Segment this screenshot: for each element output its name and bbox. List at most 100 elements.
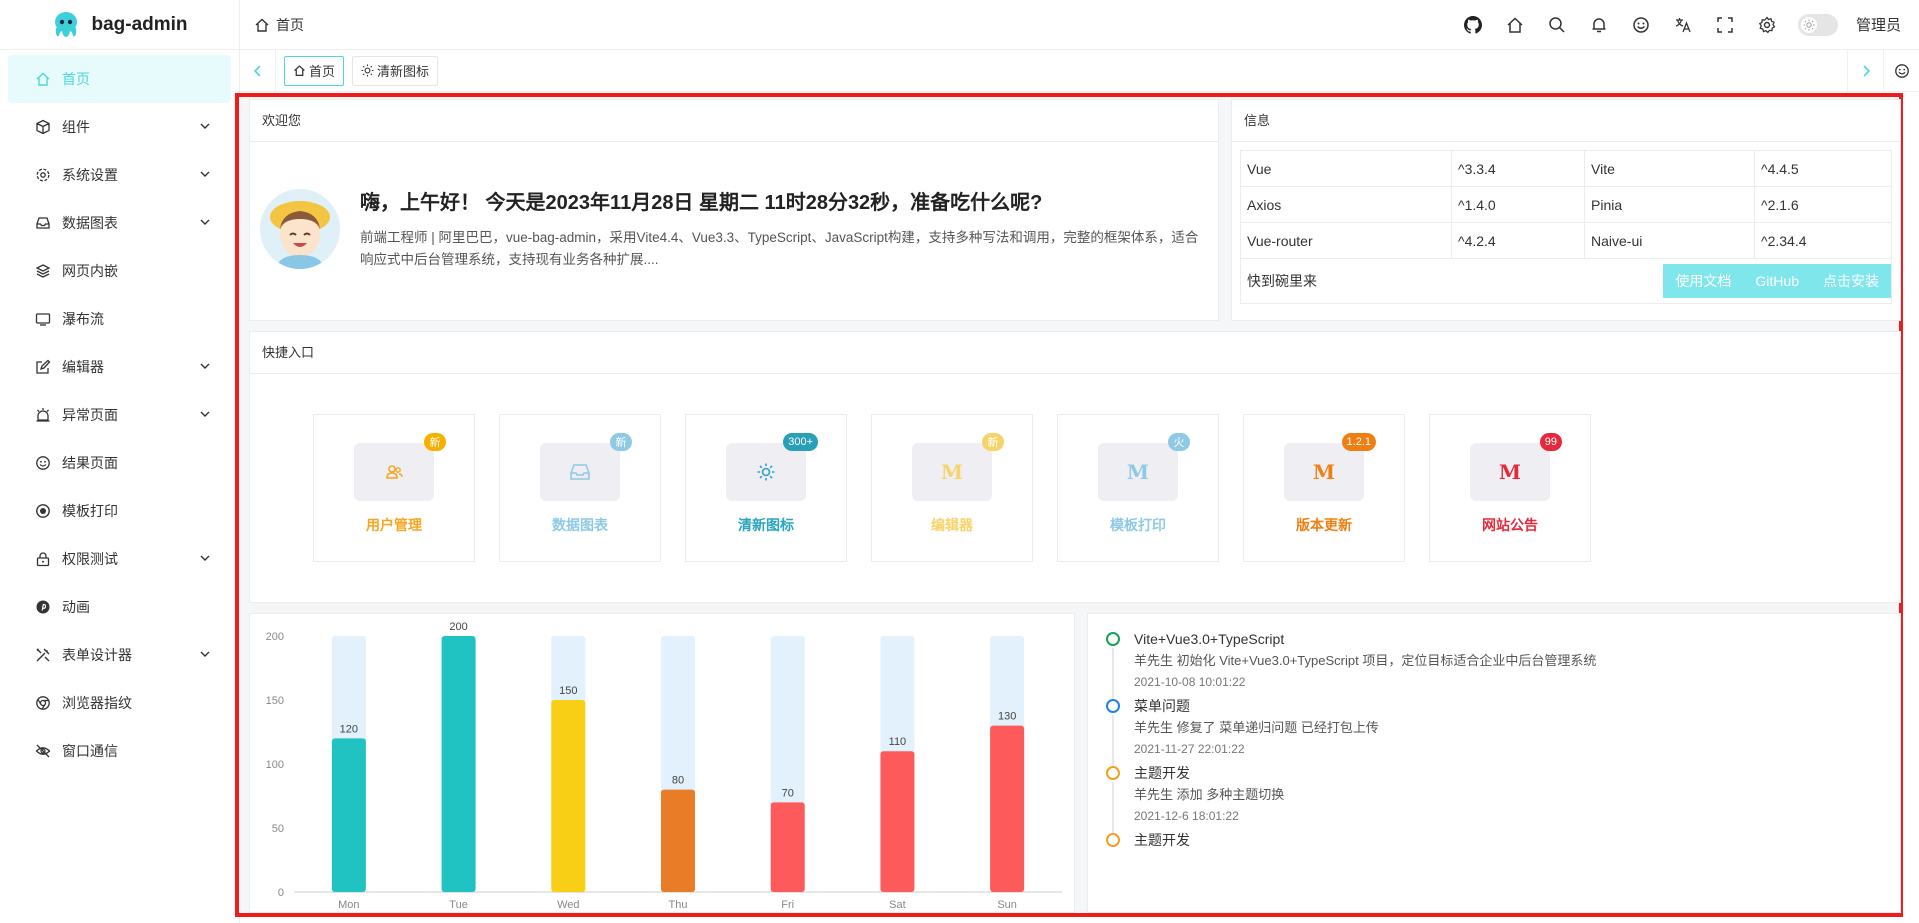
github-link[interactable]: GitHub <box>1743 264 1811 298</box>
quick-entry-card: 快捷入口 新用户管理新数据图表 300+ 清新图标 M 新编辑器 M 火模板打印 M 1.2.1… <box>249 331 1901 603</box>
sidebar-item-label: 异常页面 <box>62 407 118 423</box>
quick-entry-item[interactable]: M 新编辑器 <box>871 414 1033 562</box>
links-row: 快到碗里来 使用文档 GitHub 点击安装 <box>1241 259 1891 303</box>
sidebar-item[interactable]: 浏览器指纹 <box>8 679 231 727</box>
timeline-time: 2021-12-6 18:01:22 <box>1134 809 1239 823</box>
bar-value-label: 110 <box>889 736 907 748</box>
table-cell: Vue <box>1241 151 1452 186</box>
quick-entry-badge: 火 <box>1168 433 1190 451</box>
inbox-icon <box>540 443 620 501</box>
install-link[interactable]: 点击安装 <box>1811 264 1891 298</box>
tabs-right-actions <box>1847 49 1919 92</box>
alarm-icon <box>34 406 52 424</box>
sidebar-item[interactable]: 编辑器 <box>8 343 231 391</box>
table-cell: Axios <box>1241 187 1452 222</box>
bar <box>990 725 1025 892</box>
home-icon <box>255 18 269 32</box>
tab-fresh-icons[interactable]: 清新图标 <box>352 55 439 86</box>
timeline-time: 2021-10-08 10:01:22 <box>1134 675 1246 689</box>
quick-entry-item[interactable]: 300+ 清新图标 <box>685 414 847 562</box>
table-row: Vue-router ^4.2.4 Naive-ui ^2.34.4 <box>1241 223 1891 259</box>
gear-icon <box>34 166 52 184</box>
sidebar-item-label: 首页 <box>62 71 90 87</box>
sidebar-item[interactable]: 异常页面 <box>8 391 231 439</box>
quick-entry-item[interactable]: M 99 网站公告 <box>1429 414 1591 562</box>
smile-icon <box>1894 63 1909 78</box>
sidebar-item[interactable]: 组件 <box>8 103 231 151</box>
welcome-card-title: 欢迎您 <box>250 100 1218 142</box>
top-header: 首页 管理员 <box>240 0 1919 50</box>
lock-icon <box>34 550 52 568</box>
info-card-title: 信息 <box>1232 100 1900 142</box>
sidebar-item[interactable]: 系统设置 <box>8 151 231 199</box>
sidebar-item[interactable]: 模板打印 <box>8 487 231 535</box>
sidebar-item-label: 表单设计器 <box>62 647 132 663</box>
sidebar-item[interactable]: 首页 <box>8 55 231 103</box>
timeline-item: 主题开发 羊先生 添加 多种主题切换 2021-12-6 18:01:22 <box>1088 762 1900 836</box>
dependency-table: Vue ^3.3.4 Vite ^4.4.5 Axios ^1.4.0 Pini… <box>1240 150 1892 304</box>
x-tick-label: Tue <box>449 899 468 911</box>
header-actions: 管理员 <box>1452 0 1919 50</box>
home-icon[interactable] <box>1494 0 1536 50</box>
quick-entry-item[interactable]: M 火模板打印 <box>1057 414 1219 562</box>
bell-icon[interactable] <box>1578 0 1620 50</box>
bar <box>441 636 476 892</box>
tools-icon <box>34 646 52 664</box>
table-row: Axios ^1.4.0 Pinia ^2.1.6 <box>1241 187 1891 223</box>
sidebar-item-label: 结果页面 <box>62 455 118 471</box>
sidebar-item[interactable]: 表单设计器 <box>8 631 231 679</box>
sidebar-item[interactable]: 窗口通信 <box>8 727 231 775</box>
app-logo[interactable]: bag-admin <box>0 0 239 50</box>
tab-home[interactable]: 首页 <box>284 55 345 86</box>
sidebar: bag-admin 首页组件系统设置 数据图表 网页内嵌 瀑布流 编辑器异常页面结果页面… <box>0 0 240 923</box>
timeline-item: 菜单问题 羊先生 修复了 菜单递归问题 已经打包上传 2021-11-27 22:0… <box>1088 695 1900 769</box>
quick-entry-label: 数据图表 <box>552 517 608 533</box>
sidebar-item[interactable]: 瀑布流 <box>8 295 231 343</box>
user-menu[interactable]: 管理员 <box>1856 14 1901 35</box>
fullscreen-icon[interactable] <box>1704 0 1746 50</box>
sidebar-item[interactable]: 数据图表 <box>8 199 231 247</box>
table-row: Vue ^3.3.4 Vite ^4.4.5 <box>1241 151 1891 187</box>
quick-entry-item[interactable]: 新用户管理 <box>313 414 475 562</box>
chevron-right-icon <box>1862 64 1870 77</box>
breadcrumb[interactable]: 首页 <box>254 15 304 35</box>
tabs-scroll-left[interactable] <box>240 49 276 92</box>
bar <box>880 751 915 892</box>
timeline-connector <box>1112 648 1114 702</box>
sun-icon <box>361 64 374 77</box>
quick-entry-item[interactable]: M 1.2.1 版本更新 <box>1243 414 1405 562</box>
translate-icon[interactable] <box>1662 0 1704 50</box>
gear-icon[interactable] <box>1746 0 1788 50</box>
timeline: Vite+Vue3.0+TypeScript 羊先生 初始化 Vite+Vue3.… <box>1088 628 1900 894</box>
quick-entry-item[interactable]: 新数据图表 <box>499 414 661 562</box>
tab-label: 首页 <box>309 64 336 79</box>
greeting-title: 嗨，上午好！ 今天是2023年11月28日 星期二 11时28分32秒，准备吃什… <box>360 192 1043 214</box>
y-tick-label: 100 <box>266 759 284 771</box>
sidebar-item-label: 组件 <box>62 119 90 135</box>
sidebar-item[interactable]: 网页内嵌 <box>8 247 231 295</box>
chrome-icon <box>34 694 52 712</box>
timeline-text: 羊先生 修复了 菜单递归问题 已经打包上传 <box>1134 720 1379 735</box>
docs-link[interactable]: 使用文档 <box>1663 264 1743 298</box>
theme-toggle[interactable] <box>1797 13 1838 36</box>
y-tick-label: 150 <box>266 695 284 707</box>
avatar <box>260 188 340 269</box>
sidebar-item[interactable]: 动画 <box>8 583 231 631</box>
bar-value-label: 130 <box>998 711 1016 723</box>
search-icon[interactable] <box>1536 0 1578 50</box>
github-icon[interactable] <box>1452 0 1494 50</box>
chevron-down-icon <box>199 216 211 228</box>
sidebar-item[interactable]: 权限测试 <box>8 535 231 583</box>
tabs-bar: 首页 清新图标 <box>240 49 1919 92</box>
tabs-scroll-right[interactable] <box>1847 49 1883 92</box>
y-tick-label: 200 <box>266 631 284 643</box>
quick-entry-label: 版本更新 <box>1296 517 1352 533</box>
octopus-logo-icon <box>55 11 78 37</box>
quick-entry-label: 编辑器 <box>931 517 973 533</box>
sidebar-item[interactable]: 结果页面 <box>8 439 231 487</box>
table-cell: ^2.1.6 <box>1761 196 1799 213</box>
cube-icon <box>34 118 52 136</box>
tabs-options-button[interactable] <box>1883 49 1919 92</box>
sidebar-item-label: 动画 <box>62 599 90 615</box>
smile-icon[interactable] <box>1620 0 1662 50</box>
